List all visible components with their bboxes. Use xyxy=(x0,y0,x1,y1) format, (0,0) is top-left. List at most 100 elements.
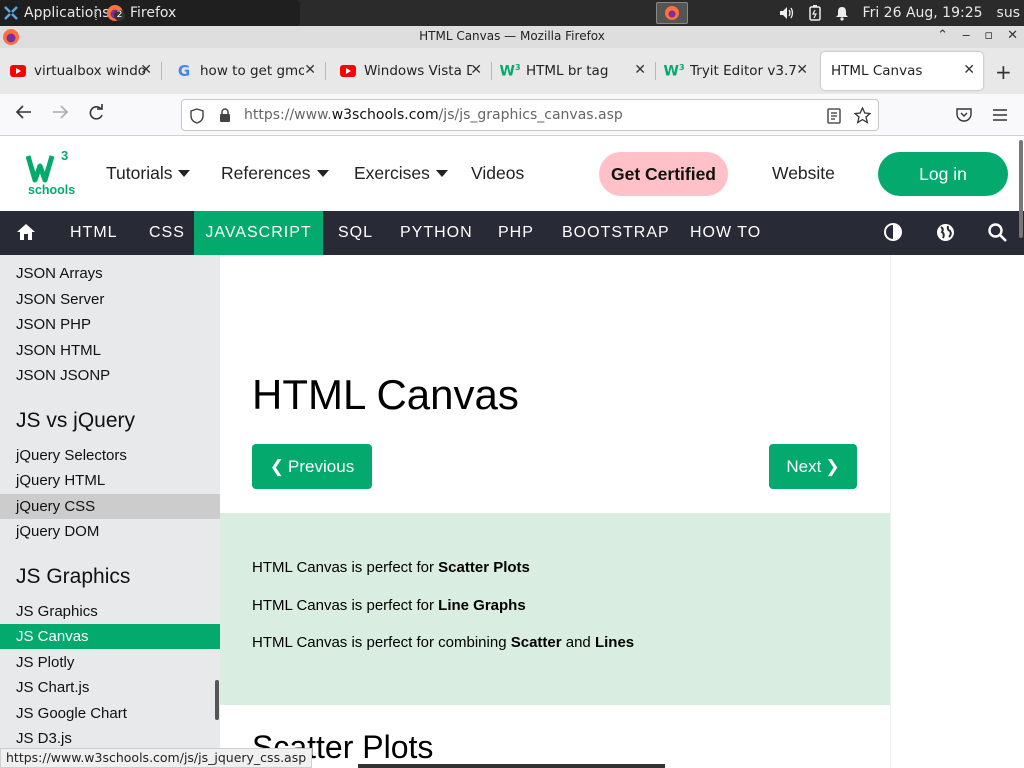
tab-windows-vista[interactable]: Windows Vista Di ✕ xyxy=(330,52,490,90)
youtube-icon xyxy=(10,63,26,79)
link-status-bar: https://www.w3schools.com/js/js_jquery_c… xyxy=(0,748,313,768)
notification-bell-icon[interactable] xyxy=(835,6,849,21)
next-button[interactable]: Next ❯ xyxy=(769,444,857,489)
globe-icon[interactable] xyxy=(936,223,955,247)
search-icon[interactable] xyxy=(988,223,1007,247)
sidebar-item-js-canvas[interactable]: JS Canvas xyxy=(0,624,220,649)
nav-sql[interactable]: SQL xyxy=(338,211,373,255)
tab-label: Tryit Editor v3.7 xyxy=(690,63,797,79)
sidebar-item-jquery-selectors[interactable]: jQuery Selectors xyxy=(0,443,220,468)
pocket-icon[interactable] xyxy=(956,106,972,127)
collapse-window-icon[interactable]: ⌃ xyxy=(937,28,948,43)
videos-link[interactable]: Videos xyxy=(471,163,524,184)
youtube-icon xyxy=(340,63,356,79)
lock-icon[interactable] xyxy=(219,108,231,123)
note-box: HTML Canvas is perfect for Scatter Plots… xyxy=(220,513,890,705)
volume-icon[interactable] xyxy=(779,6,795,20)
user-menu[interactable]: sus xyxy=(997,5,1020,21)
nav-javascript[interactable]: JAVASCRIPT xyxy=(194,211,323,255)
nav-python[interactable]: PYTHON xyxy=(400,211,473,255)
tab-html-br[interactable]: W3 HTML br tag ✕ xyxy=(492,52,654,90)
caret-down-icon xyxy=(178,170,191,177)
nav-how-to[interactable]: HOW TO xyxy=(690,211,761,255)
close-tab-icon[interactable]: ✕ xyxy=(304,62,316,78)
sidebar-item-js-plotly[interactable]: JS Plotly xyxy=(0,650,220,675)
tab-label: virtualbox window xyxy=(34,63,146,79)
address-bar[interactable]: https://www.w3schools.com/js/js_graphics… xyxy=(181,99,879,131)
google-icon: G xyxy=(177,62,191,80)
applications-menu[interactable]: Applications xyxy=(4,0,110,26)
note-line: HTML Canvas is perfect for Scatter Plots xyxy=(252,559,530,576)
website-link[interactable]: Website xyxy=(772,163,835,184)
nav-css[interactable]: CSS xyxy=(149,211,185,255)
back-icon[interactable] xyxy=(15,104,33,125)
site-header: 3 schools Tutorials References Exercises… xyxy=(0,136,1024,211)
reload-icon[interactable] xyxy=(87,104,105,127)
sidebar-item-json-html[interactable]: JSON HTML xyxy=(0,338,220,363)
sidebar-item-json-arrays[interactable]: JSON Arrays xyxy=(0,261,220,286)
w3schools-logo[interactable]: 3 schools xyxy=(25,148,76,200)
home-icon[interactable] xyxy=(16,223,36,246)
close-window-icon[interactable]: ✕ xyxy=(1007,28,1018,43)
navigation-toolbar: https://www.w3schools.com/js/js_graphics… xyxy=(0,94,1024,136)
sidebar-item-js-graphics[interactable]: JS Graphics xyxy=(0,599,220,624)
tab-label: how to get gmod f xyxy=(200,63,304,79)
close-tab-icon[interactable]: ✕ xyxy=(963,62,975,78)
login-button[interactable]: Log in xyxy=(878,152,1008,196)
taskbar-separator xyxy=(95,6,97,20)
new-tab-icon[interactable]: + xyxy=(995,60,1012,84)
active-window-thumbnail[interactable] xyxy=(656,2,688,24)
sidebar-scrollbar[interactable] xyxy=(215,680,219,720)
battery-icon[interactable] xyxy=(808,5,821,21)
forward-icon[interactable] xyxy=(51,104,69,125)
firefox-icon: 2 xyxy=(106,4,125,22)
logo-superscript: 3 xyxy=(61,148,69,163)
hamburger-menu-icon[interactable] xyxy=(992,106,1008,127)
sidebar-item-js-chartjs[interactable]: JS Chart.js xyxy=(0,675,220,700)
tab-separator xyxy=(325,62,326,80)
next-label: Next xyxy=(786,456,822,476)
clock[interactable]: Fri 26 Aug, 19:25 xyxy=(863,5,983,21)
window-controls: ⌃ ‒ ▫ ✕ xyxy=(937,28,1018,43)
tab-tryit-editor[interactable]: W3 Tryit Editor v3.7 ✕ xyxy=(656,52,816,90)
references-menu[interactable]: References xyxy=(221,163,329,184)
previous-label: Previous xyxy=(288,456,355,476)
minimize-window-icon[interactable]: ‒ xyxy=(962,28,970,43)
bookmark-star-icon[interactable] xyxy=(854,107,871,124)
url-text[interactable]: https://www.w3schools.com/js/js_graphics… xyxy=(244,107,623,123)
w3schools-icon: W3 xyxy=(663,62,685,80)
maximize-window-icon[interactable]: ▫ xyxy=(984,28,993,43)
sidebar-item-js-d3[interactable]: JS D3.js xyxy=(0,726,220,750)
reader-view-icon[interactable] xyxy=(827,108,841,124)
tab-html-canvas[interactable]: HTML Canvas ✕ xyxy=(821,52,983,90)
exercises-menu[interactable]: Exercises xyxy=(354,163,448,184)
previous-button[interactable]: ❮ Previous xyxy=(252,444,372,489)
shield-icon[interactable] xyxy=(190,108,204,124)
sidebar-item-jquery-css[interactable]: jQuery CSS xyxy=(0,494,220,519)
sidebar-item-json-server[interactable]: JSON Server xyxy=(0,287,220,312)
nav-bootstrap[interactable]: BOOTSTRAP xyxy=(562,211,670,255)
firefox-taskbar-button[interactable]: 2 Firefox xyxy=(106,0,176,26)
close-tab-icon[interactable]: ✕ xyxy=(140,62,152,78)
caret-down-icon xyxy=(435,170,448,177)
close-tab-icon[interactable]: ✕ xyxy=(634,62,646,78)
exercises-label: Exercises xyxy=(354,163,430,183)
page-scrollbar[interactable] xyxy=(1019,140,1023,238)
horizontal-scrollbar[interactable] xyxy=(358,764,665,768)
sidebar-heading-graphics: JS Graphics xyxy=(16,565,131,588)
sidebar-item-jquery-dom[interactable]: jQuery DOM xyxy=(0,519,220,544)
close-tab-icon[interactable]: ✕ xyxy=(796,62,808,78)
dark-mode-icon[interactable] xyxy=(884,223,902,246)
tab-gmod[interactable]: G how to get gmod f ✕ xyxy=(166,52,324,90)
nav-php[interactable]: PHP xyxy=(498,211,534,255)
get-certified-button[interactable]: Get Certified xyxy=(599,152,728,196)
sidebar-item-jquery-html[interactable]: jQuery HTML xyxy=(0,468,220,493)
close-tab-icon[interactable]: ✕ xyxy=(470,62,482,78)
sidebar-item-json-php[interactable]: JSON PHP xyxy=(0,312,220,337)
caret-down-icon xyxy=(316,170,329,177)
nav-html[interactable]: HTML xyxy=(70,211,118,255)
sidebar-item-js-google-chart[interactable]: JS Google Chart xyxy=(0,701,220,726)
tutorials-menu[interactable]: Tutorials xyxy=(106,163,191,184)
sidebar-item-json-jsonp[interactable]: JSON JSONP xyxy=(0,363,220,388)
tab-virtualbox[interactable]: virtualbox window ✕ xyxy=(0,52,160,90)
